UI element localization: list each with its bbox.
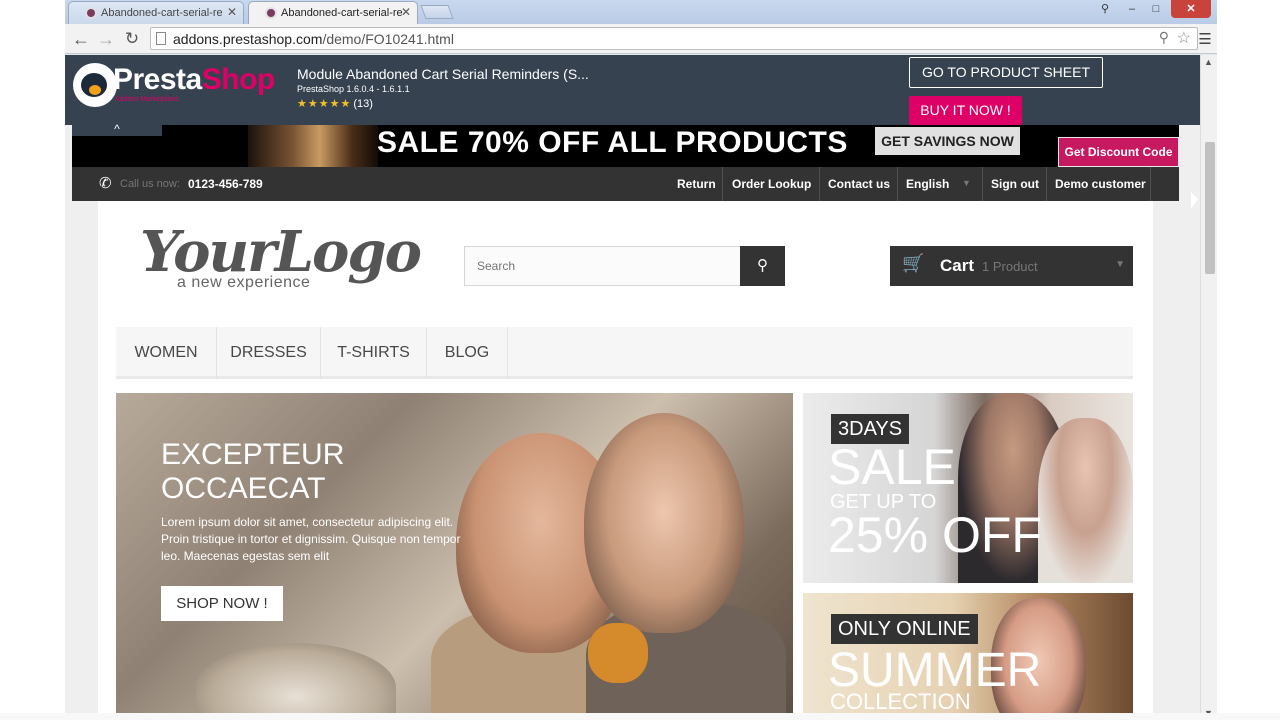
main-menu: WOMEN DRESSES T-SHIRTS BLOG: [116, 327, 1133, 379]
promo-sale-discount: 25% OFF: [828, 507, 1042, 563]
get-discount-code-button[interactable]: Get Discount Code: [1058, 137, 1179, 167]
hero-image-glove: [588, 623, 648, 683]
shop-logo-tagline: a new experience: [177, 274, 311, 291]
collapse-header-button[interactable]: ^: [72, 123, 162, 136]
call-us-label: Call us now:: [120, 178, 180, 190]
menu-item-dresses[interactable]: DRESSES: [217, 327, 321, 379]
promo-tag: ONLY ONLINE: [831, 614, 978, 644]
module-version: PrestaShop 1.6.0.4 - 1.6.1.1: [297, 84, 410, 94]
bookmark-star-icon[interactable]: ☆: [1177, 28, 1191, 48]
hero-image-plant: [196, 643, 396, 720]
search-input[interactable]: [464, 246, 741, 286]
reload-icon[interactable]: ↻: [120, 28, 144, 50]
mouse-cursor-icon: [1191, 192, 1198, 209]
window-close-button[interactable]: ✕: [1171, 0, 1211, 18]
sale-banner[interactable]: SALE 70% OFF ALL PRODUCTS GET SAVINGS NO…: [72, 125, 1179, 167]
divider: [982, 167, 983, 201]
divider: [897, 167, 898, 201]
desktop-margin-left: [0, 0, 65, 720]
sign-out-link[interactable]: Sign out: [991, 177, 1039, 191]
prestashop-puffin-logo-icon: [73, 63, 117, 107]
hero-image-model: [584, 413, 744, 633]
prestashop-tagline: Addons Marketplace: [115, 96, 179, 103]
shop-page: YourLogo a new experience ⚲ 🛒 Cart 1 Pro…: [98, 201, 1153, 720]
promo-sale-banner[interactable]: 3DAYS SALE GET UP TO 25% OFF: [803, 393, 1133, 583]
scrollbar-thumb[interactable]: [1205, 142, 1215, 274]
phone-icon: ✆: [99, 175, 112, 192]
buy-it-now-button[interactable]: BUY IT NOW !: [909, 96, 1022, 125]
search-icon[interactable]: ⚲: [740, 246, 785, 286]
cart-button[interactable]: 🛒 Cart 1 Product ▼: [890, 246, 1133, 286]
sale-banner-text: SALE 70% OFF ALL PRODUCTS: [377, 126, 848, 159]
promo-image-model: [1038, 418, 1133, 583]
prestashop-favicon-icon: [85, 7, 97, 19]
desktop-margin-right: [1217, 0, 1280, 720]
cart-label: Cart: [940, 256, 975, 275]
promo-sale-title: SALE: [828, 439, 956, 495]
shop-topbar: ✆ Call us now: 0123-456-789 Return Order…: [72, 167, 1179, 201]
chevron-down-icon: ▼: [962, 178, 971, 188]
language-selector[interactable]: English: [906, 177, 949, 191]
browser-tab[interactable]: Abandoned-cart-serial-re ✕: [68, 1, 244, 24]
chevron-down-icon: ▼: [1115, 259, 1125, 270]
scroll-up-icon[interactable]: ▲: [1204, 57, 1213, 67]
tab-strip: Abandoned-cart-serial-re ✕ Abandoned-car…: [65, 0, 1217, 25]
maximize-button[interactable]: □: [1145, 0, 1167, 18]
shop-now-button[interactable]: SHOP NOW !: [161, 586, 283, 621]
prestashop-favicon-icon: [265, 7, 277, 19]
back-arrow-icon[interactable]: ←: [69, 28, 93, 50]
url-text: addons.prestashop.com/demo/FO10241.html: [173, 31, 454, 47]
hero-body: Lorem ipsum dolor sit amet, consectetur …: [161, 515, 461, 563]
promo-summer-banner[interactable]: ONLY ONLINE SUMMER COLLECTION: [803, 593, 1133, 720]
tab-close-icon[interactable]: ✕: [401, 5, 411, 19]
divider: [722, 167, 723, 201]
menu-item-women[interactable]: WOMEN: [116, 327, 217, 379]
key-icon[interactable]: ⚲: [1159, 29, 1169, 46]
browser-window: Abandoned-cart-serial-re ✕ Abandoned-car…: [65, 0, 1217, 720]
new-tab-button[interactable]: [420, 5, 454, 19]
forward-arrow-icon[interactable]: →: [94, 28, 118, 50]
cart-icon: 🛒: [902, 253, 925, 273]
addons-demo-header: PrestaShop Addons Marketplace Module Aba…: [65, 55, 1200, 125]
browser-tab-active[interactable]: Abandoned-cart-serial-re ✕: [248, 1, 418, 25]
return-link[interactable]: Return: [677, 177, 716, 191]
vertical-scrollbar[interactable]: ▲ ▼: [1200, 55, 1217, 720]
banner-model-image: [248, 125, 378, 167]
rating-count: (13): [353, 98, 373, 110]
menu-item-blog[interactable]: BLOG: [427, 327, 508, 379]
browser-toolbar: ← → ↻ addons.prestashop.com/demo/FO10241…: [65, 24, 1217, 54]
tab-title: Abandoned-cart-serial-re: [281, 7, 403, 19]
user-icon[interactable]: ⚲: [1095, 0, 1115, 18]
bottom-edge: [0, 713, 1280, 720]
menu-item-tshirts[interactable]: T-SHIRTS: [321, 327, 427, 379]
go-to-product-sheet-button[interactable]: GO TO PRODUCT SHEET: [909, 57, 1103, 88]
rating-stars-icon: ★★★★★ (13): [297, 98, 373, 110]
prestashop-wordmark[interactable]: PrestaShop: [113, 63, 275, 97]
module-title: Module Abandoned Cart Serial Reminders (…: [297, 66, 589, 82]
divider: [819, 167, 820, 201]
cart-count: 1 Product: [982, 259, 1038, 274]
get-savings-button[interactable]: GET SAVINGS NOW: [875, 127, 1020, 155]
divider: [1150, 167, 1151, 201]
divider: [1046, 167, 1047, 201]
account-link[interactable]: Demo customer: [1055, 177, 1146, 191]
page-icon: [156, 32, 166, 45]
minimize-button[interactable]: –: [1121, 0, 1143, 18]
tab-title: Abandoned-cart-serial-re: [101, 7, 223, 19]
order-lookup-link[interactable]: Order Lookup: [732, 177, 811, 191]
shop-demo: SALE 70% OFF ALL PRODUCTS GET SAVINGS NO…: [72, 125, 1179, 720]
phone-number: 0123-456-789: [188, 177, 263, 191]
tab-close-icon[interactable]: ✕: [227, 5, 237, 19]
promo-summer-subtitle: COLLECTION: [830, 689, 971, 714]
hero-title: EXCEPTEUR OCCAECAT: [161, 438, 345, 505]
address-bar[interactable]: addons.prestashop.com/demo/FO10241.html …: [150, 27, 1198, 50]
contact-us-link[interactable]: Contact us: [828, 177, 890, 191]
hero-slider[interactable]: EXCEPTEUR OCCAECAT Lorem ipsum dolor sit…: [116, 393, 793, 720]
browser-menu-icon[interactable]: ☰: [1197, 30, 1213, 48]
page-viewport: PrestaShop Addons Marketplace Module Aba…: [65, 55, 1217, 720]
